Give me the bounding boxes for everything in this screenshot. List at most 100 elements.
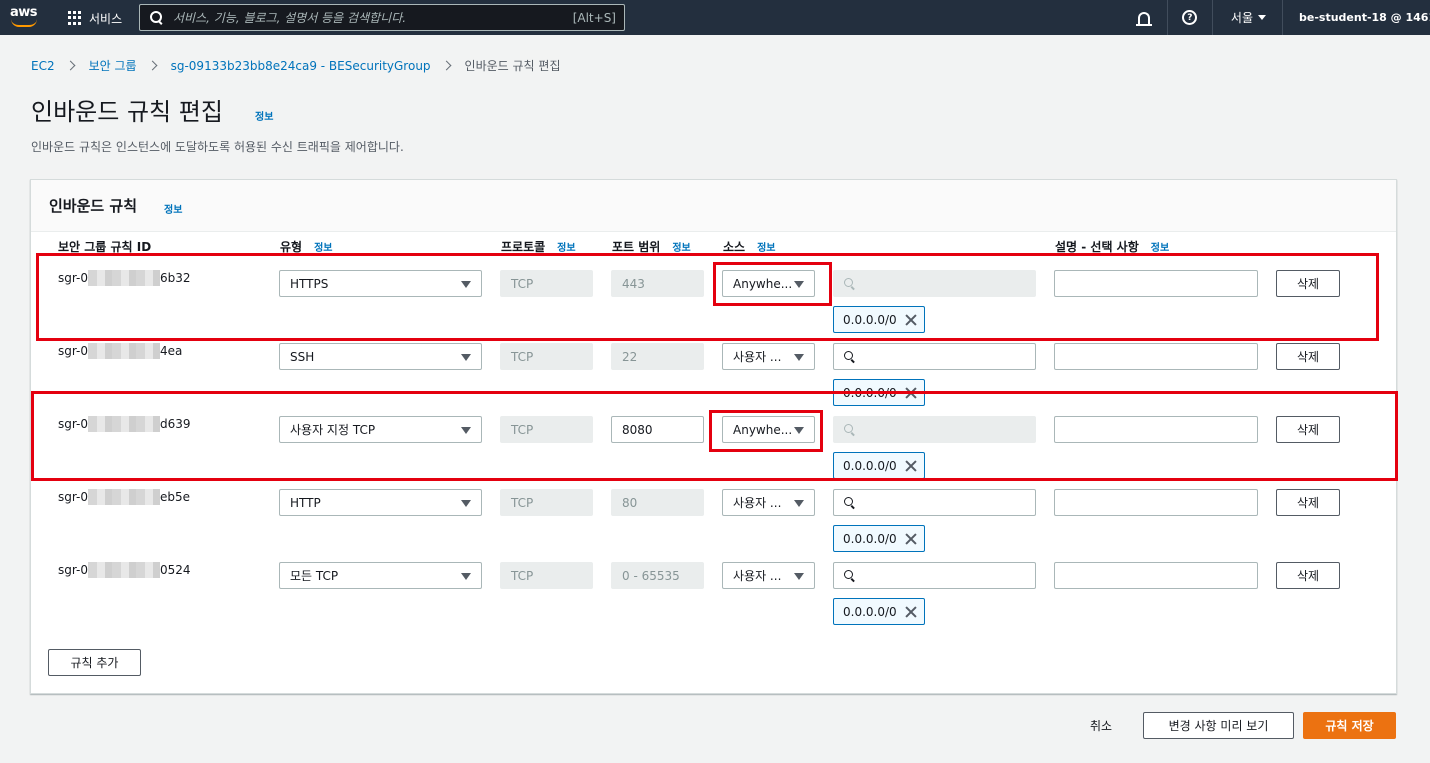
rule-description-input[interactable] (1054, 562, 1258, 589)
col-description-info[interactable]: 정보 (1151, 239, 1169, 254)
rule-type-select[interactable]: SSH (279, 343, 482, 370)
port-value: 80 (622, 495, 638, 510)
cidr-token: 0.0.0.0/0 (833, 525, 925, 552)
aws-logo[interactable]: aws (10, 5, 40, 29)
port-range-field: 22 (611, 343, 704, 370)
delete-label: 삭제 (1296, 496, 1320, 510)
search-icon (844, 350, 856, 363)
rule-id-suffix: 0524 (160, 563, 191, 577)
save-label: 규칙 저장 (1325, 719, 1374, 733)
col-port-info[interactable]: 정보 (672, 239, 690, 254)
highlight-box-source-custom-tcp (709, 410, 823, 452)
port-value: 0 - 65535 (622, 568, 680, 583)
caret-down-icon (461, 354, 471, 361)
search-placeholder: 서비스, 기능, 블로그, 설명서 등을 검색합니다. (173, 11, 407, 25)
breadcrumb-ec2[interactable]: EC2 (31, 59, 55, 73)
rule-id-suffix: eb5e (160, 490, 191, 504)
cidr-value: 0.0.0.0/0 (843, 604, 897, 619)
services-label: 서비스 (89, 11, 123, 26)
protocol-value: TCP (511, 495, 534, 510)
rule-description-input[interactable] (1054, 489, 1258, 516)
cidr-search-input[interactable] (833, 343, 1036, 370)
search-icon (844, 496, 856, 509)
aws-logo-text: aws (10, 5, 38, 20)
help-button[interactable]: ? (1166, 0, 1212, 35)
delete-rule-button[interactable]: 삭제 (1276, 489, 1340, 516)
caret-down-icon (794, 573, 804, 580)
delete-rule-button[interactable]: 삭제 (1276, 562, 1340, 589)
delete-label: 삭제 (1296, 350, 1320, 364)
rule-id-prefix: sgr-0 (58, 563, 88, 577)
cidr-search-input[interactable] (833, 562, 1036, 589)
chevron-right-icon (441, 60, 451, 71)
close-icon[interactable] (905, 533, 917, 545)
rule-id-prefix: sgr-0 (58, 490, 88, 504)
notifications-button[interactable] (1122, 0, 1167, 35)
rule-type-value: HTTP (290, 495, 321, 510)
source-value: 사용자 ... (733, 569, 782, 583)
page-title: 인바운드 규칙 편집 (31, 98, 223, 126)
caret-down-icon (461, 573, 471, 580)
cidr-search-input[interactable] (833, 489, 1036, 516)
source-select[interactable]: 사용자 ... (722, 343, 815, 370)
account-menu[interactable]: be-student-18 @ 1461-4187- (1282, 0, 1430, 35)
search-shortcut: [Alt+S] (572, 10, 616, 25)
close-icon[interactable] (905, 606, 917, 618)
delete-label: 삭제 (1296, 569, 1320, 583)
global-search-input[interactable]: 서비스, 기능, 블로그, 설명서 등을 검색합니다. [Alt+S] (139, 4, 625, 31)
panel-title: 인바운드 규칙 (49, 197, 138, 215)
protocol-field: TCP (500, 489, 593, 516)
redacted-mask (88, 343, 160, 359)
nav-right: ? 서울 be-student-18 @ 1461-4187- (1122, 0, 1430, 35)
page-info-link[interactable]: 정보 (255, 108, 273, 123)
breadcrumb-current: 인바운드 규칙 편집 (464, 59, 561, 73)
services-menu-button[interactable]: 서비스 (68, 9, 122, 27)
bell-icon (1136, 11, 1153, 26)
save-rules-button[interactable]: 규칙 저장 (1303, 712, 1396, 739)
col-source-info[interactable]: 정보 (757, 239, 775, 254)
account-label: be-student-18 @ 1461-4187- (1299, 11, 1430, 24)
rule-type-select[interactable]: HTTP (279, 489, 482, 516)
search-icon (844, 569, 856, 582)
protocol-field: TCP (500, 562, 593, 589)
col-type-info[interactable]: 정보 (314, 239, 332, 254)
page-description: 인바운드 규칙은 인스턴스에 도달하도록 허용된 수신 트래픽을 제어합니다. (31, 140, 404, 154)
top-nav: aws 서비스 서비스, 기능, 블로그, 설명서 등을 검색합니다. [Alt… (0, 0, 1430, 35)
chevron-down-icon (1258, 15, 1266, 20)
highlight-box-row-https (36, 253, 1379, 341)
breadcrumb-security-groups[interactable]: 보안 그룹 (89, 57, 137, 74)
source-select[interactable]: 사용자 ... (722, 489, 815, 516)
add-rule-button[interactable]: 규칙 추가 (48, 649, 141, 676)
panel-info-link[interactable]: 정보 (164, 201, 182, 216)
rule-id: sgr-0 4ea (58, 343, 182, 359)
rule-type-value: 모든 TCP (290, 569, 339, 583)
source-select[interactable]: 사용자 ... (722, 562, 815, 589)
caret-down-icon (461, 500, 471, 507)
source-value: 사용자 ... (733, 496, 782, 510)
protocol-value: TCP (511, 349, 534, 364)
redacted-mask (88, 562, 160, 578)
cidr-value: 0.0.0.0/0 (843, 531, 897, 546)
breadcrumb-security-group[interactable]: sg-09133b23bb8e24ca9 - BESecurityGroup (171, 59, 431, 73)
cancel-button[interactable]: 취소 (1090, 717, 1112, 734)
source-value: 사용자 ... (733, 350, 782, 364)
rule-type-select[interactable]: 모든 TCP (279, 562, 482, 589)
panel-header: 인바운드 규칙 정보 (31, 180, 1396, 232)
col-protocol-info[interactable]: 정보 (557, 239, 575, 254)
protocol-value: TCP (511, 568, 534, 583)
rule-description-input[interactable] (1054, 343, 1258, 370)
region-selector[interactable]: 서울 (1211, 0, 1282, 35)
rule-id-prefix: sgr-0 (58, 344, 88, 358)
rule-id-suffix: 4ea (160, 344, 183, 358)
redacted-mask (88, 489, 160, 505)
grid-icon (68, 11, 82, 25)
region-label: 서울 (1230, 11, 1253, 25)
search-icon (150, 10, 164, 25)
highlight-box-source-https (713, 262, 832, 306)
delete-rule-button[interactable]: 삭제 (1276, 343, 1340, 370)
chevron-right-icon (147, 60, 158, 71)
preview-changes-button[interactable]: 변경 사항 미리 보기 (1143, 712, 1294, 739)
preview-label: 변경 사항 미리 보기 (1168, 719, 1269, 733)
add-rule-label: 규칙 추가 (70, 656, 119, 670)
cidr-token: 0.0.0.0/0 (833, 598, 925, 625)
